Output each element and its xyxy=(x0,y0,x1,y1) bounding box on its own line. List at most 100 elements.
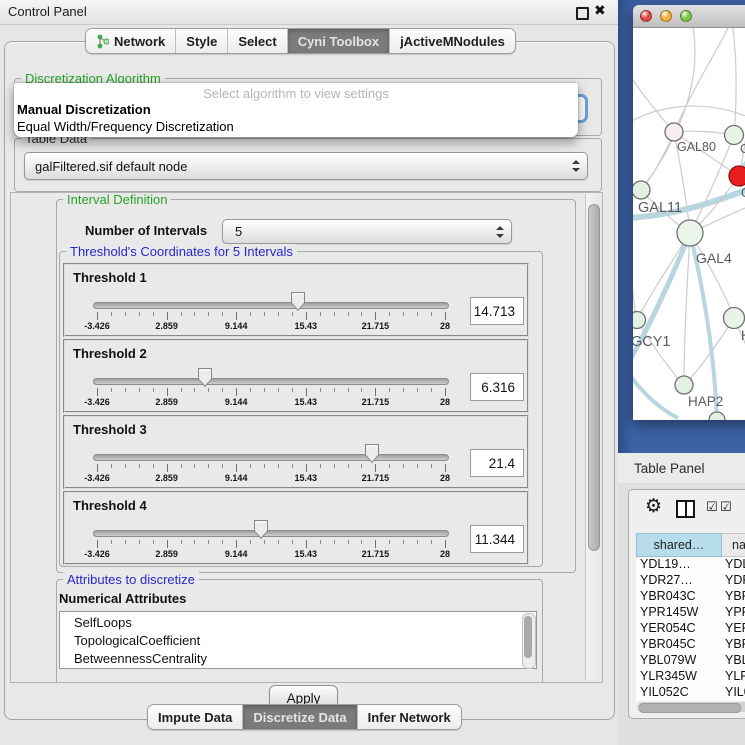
network-node[interactable] xyxy=(633,312,646,329)
algorithm-prompt: Select algorithm to view settings xyxy=(14,86,578,102)
network-node[interactable] xyxy=(729,166,745,186)
threshold-label: Threshold 3 xyxy=(73,422,147,437)
tab-discretize-data[interactable]: Discretize Data xyxy=(243,705,357,729)
slider-thumb[interactable] xyxy=(253,519,269,540)
minimize-traffic-light-icon[interactable] xyxy=(660,10,672,22)
slider-track[interactable] xyxy=(93,530,449,537)
attribute-list-item[interactable]: BetweennessCentrality xyxy=(60,650,536,668)
network-node[interactable] xyxy=(677,220,703,246)
network-node[interactable] xyxy=(675,376,693,394)
network-window-titlebar xyxy=(633,5,745,28)
tab-network[interactable]: Network xyxy=(86,29,176,53)
table-data-combo[interactable]: galFiltered.sif default node xyxy=(24,152,588,180)
close-icon[interactable]: ✖ xyxy=(594,3,606,19)
network-canvas[interactable]: GAL80GACGAL11GAL4GCY1HHAP2 xyxy=(633,28,745,420)
threshold-panel: Threshold 1 -3.4262.8599.14415.4321.7152… xyxy=(63,263,529,337)
table-cell: YLR3 xyxy=(725,669,745,683)
table-cell: YER0 xyxy=(725,621,745,635)
table-row[interactable]: YBR043CYBR0 xyxy=(636,589,745,605)
network-nodes[interactable] xyxy=(633,123,745,420)
table-cell: YBL079W xyxy=(640,653,696,667)
scrollbar-thumb[interactable] xyxy=(588,204,600,551)
table-row[interactable]: YBR045CYBR0 xyxy=(636,637,745,653)
table-row[interactable]: YIL052C YIL0 xyxy=(636,685,745,701)
network-graph[interactable]: GAL80GACGAL11GAL4GCY1HHAP2 xyxy=(633,28,745,420)
interval-definition-group-title: Interval Definition xyxy=(63,192,171,207)
slider-track[interactable] xyxy=(93,378,449,385)
float-window-icon[interactable] xyxy=(576,7,589,20)
table-row[interactable]: YER054CYER0 xyxy=(636,621,745,637)
scrollbar-thumb[interactable] xyxy=(524,616,532,658)
slider-thumb[interactable] xyxy=(290,291,306,312)
table-body[interactable]: YDL19…YDL1YDR27…YDR2YBR043CYBR0YPR145WYP… xyxy=(636,557,745,701)
threshold-panel: Threshold 4 -3.4262.8599.14415.4321.7152… xyxy=(63,491,529,565)
table-horizontal-scrollbar[interactable] xyxy=(637,702,745,712)
table-cell: YPR1 xyxy=(725,605,745,619)
numerical-attributes-label: Numerical Attributes xyxy=(59,591,186,606)
tab-infer-network[interactable]: Infer Network xyxy=(358,705,461,729)
threshold-value-field[interactable]: 6.316 xyxy=(470,373,524,401)
table-cell: YIL052C xyxy=(640,685,689,699)
attribute-list-item[interactable]: TopologicalCoefficient xyxy=(60,632,536,650)
slider-track[interactable] xyxy=(93,302,449,309)
screen: Control Panel ✖ Network Style Select Cyn… xyxy=(0,0,745,745)
number-of-intervals-combo[interactable]: 5 xyxy=(222,219,512,244)
threshold-value-field[interactable]: 21.4 xyxy=(470,449,524,477)
table-row[interactable]: YLR345WYLR3 xyxy=(636,669,745,685)
network-node-label: GA xyxy=(740,142,745,156)
close-traffic-light-icon[interactable] xyxy=(640,10,652,22)
table-cell: YIL0 xyxy=(725,685,745,699)
column-header-shared[interactable]: shared… xyxy=(636,533,722,557)
attribute-list-item[interactable]: SelfLoops xyxy=(60,614,536,632)
threshold-label: Threshold 1 xyxy=(73,270,147,285)
slider-track[interactable] xyxy=(93,454,449,461)
threshold-label: Threshold 2 xyxy=(73,346,147,361)
numerical-attributes-list[interactable]: SelfLoopsTopologicalCoefficientBetweenne… xyxy=(59,611,537,669)
slider-thumb[interactable] xyxy=(364,443,380,464)
network-node[interactable] xyxy=(633,181,650,199)
tab-jactivemnodules[interactable]: jActiveMNodules xyxy=(390,29,515,53)
table-cell: YDL19… xyxy=(640,557,691,571)
tab-cyni-toolbox[interactable]: Cyni Toolbox xyxy=(288,29,390,53)
algorithm-option-manual[interactable]: Manual Discretization xyxy=(14,102,578,119)
zoom-traffic-light-icon[interactable] xyxy=(680,10,692,22)
top-tab-bar: Network Style Select Cyni Toolbox jActiv… xyxy=(85,28,516,54)
threshold-value-field[interactable]: 14.713 xyxy=(470,297,524,325)
attributes-list-scrollbar[interactable] xyxy=(522,613,536,669)
column-header-name[interactable]: na xyxy=(722,533,745,557)
network-node-label: HAP2 xyxy=(688,394,723,409)
network-node-label: GCY1 xyxy=(633,334,671,350)
table-row[interactable]: YDR27…YDR2 xyxy=(636,573,745,589)
attributes-group-title: Attributes to discretize xyxy=(63,572,199,587)
bottom-tab-bar: Impute Data Discretize Data Infer Networ… xyxy=(147,704,462,730)
network-node[interactable] xyxy=(709,412,725,420)
algorithm-option-equal-width[interactable]: Equal Width/Frequency Discretization xyxy=(14,119,578,136)
settings-scroll-pane: Interval Definition Number of Intervals … xyxy=(10,192,603,683)
tab-network-label: Network xyxy=(114,34,165,49)
table-row[interactable]: YBL079W YBL0 xyxy=(636,653,745,669)
table-cell: YBL0 xyxy=(725,653,745,667)
table-cell: YDR27… xyxy=(640,573,693,587)
scrollbar-thumb[interactable] xyxy=(639,703,741,713)
combo-stepper-icon xyxy=(495,226,504,238)
slider-thumb[interactable] xyxy=(197,367,213,388)
network-node[interactable] xyxy=(665,123,683,141)
table-data-combo-value: galFiltered.sif default node xyxy=(35,159,187,174)
number-of-intervals-value: 5 xyxy=(235,224,242,239)
table-cell: YBR0 xyxy=(725,637,745,651)
table-row[interactable]: YPR145WYPR1 xyxy=(636,605,745,621)
split-columns-icon[interactable] xyxy=(676,500,695,518)
network-node-label: GAL4 xyxy=(696,250,732,266)
tab-impute-data[interactable]: Impute Data xyxy=(148,705,243,729)
checkbox-checked-icon[interactable]: ☑ xyxy=(720,501,732,515)
panel-title: Control Panel xyxy=(8,4,87,19)
table-panel-title: Table Panel xyxy=(634,461,705,476)
checkbox-checked-icon[interactable]: ☑ xyxy=(706,501,718,515)
table-row[interactable]: YDL19…YDL1 xyxy=(636,557,745,573)
settings-vertical-scrollbar[interactable] xyxy=(585,194,601,680)
threshold-value-field[interactable]: 11.344 xyxy=(470,525,524,553)
tab-style[interactable]: Style xyxy=(176,29,228,53)
tab-select[interactable]: Select xyxy=(228,29,287,53)
gear-icon[interactable]: ⚙ xyxy=(645,496,662,516)
network-node[interactable] xyxy=(724,308,745,329)
